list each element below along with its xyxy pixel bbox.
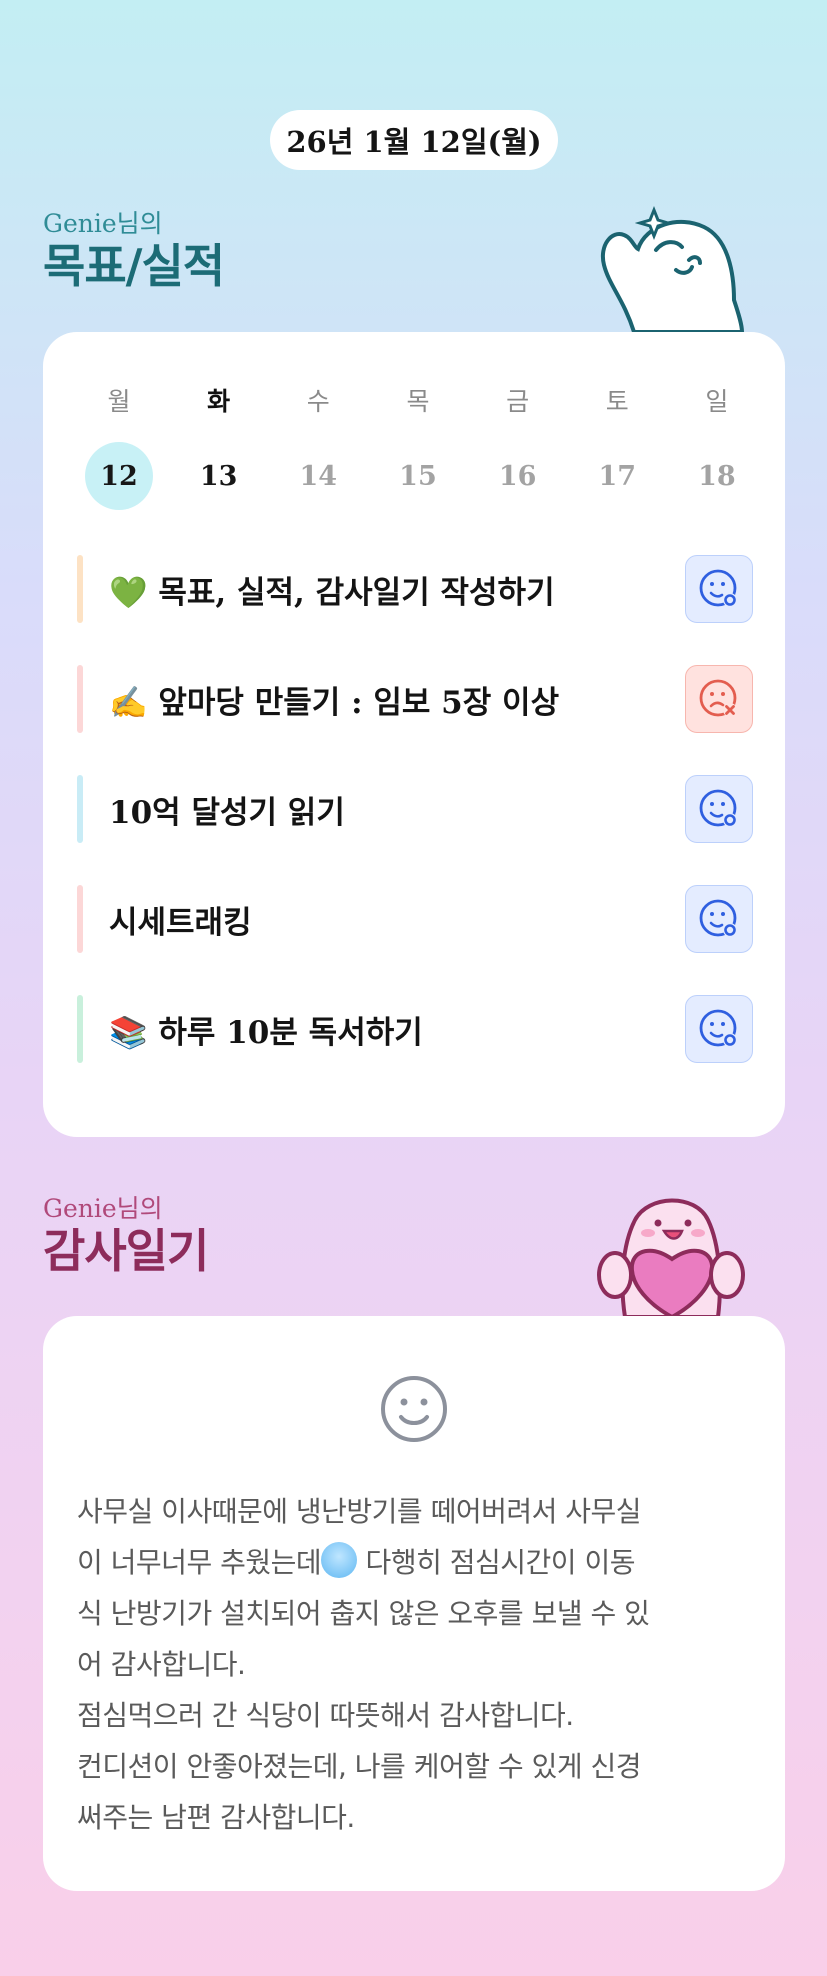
goals-title: 목표/실적 — [43, 239, 225, 293]
goals-section-header: Genie님의 목표/실적 — [43, 208, 225, 293]
diary-line: 어 감사합니다. — [77, 1648, 246, 1681]
weekday-tue: 화 — [207, 387, 231, 416]
diary-section-header: Genie님의 감사일기 — [43, 1193, 209, 1278]
weekday-wed: 수 — [306, 387, 330, 416]
goal-item[interactable]: 📚 하루 10분 독서하기 — [77, 994, 753, 1064]
done-status-button[interactable] — [685, 885, 753, 953]
goal-item[interactable]: 10억 달성기 읽기 — [77, 774, 753, 844]
goals-owner-label: Genie님의 — [43, 209, 163, 238]
weekday-row: 월 화 수 목 금 토 일 — [43, 382, 785, 418]
diary-title: 감사일기 — [43, 1224, 209, 1278]
day-18[interactable]: 18 — [683, 442, 751, 510]
date-pill[interactable]: 26년 1월 12일(월) — [270, 110, 558, 170]
weekday-thu: 목 — [406, 387, 430, 416]
ghost-mascot-icon — [600, 205, 744, 332]
done-icon — [699, 1009, 737, 1047]
goal-item[interactable]: 시세트래킹 — [77, 884, 753, 954]
day-16[interactable]: 16 — [484, 442, 552, 510]
day-14[interactable]: 14 — [284, 442, 352, 510]
done-icon — [699, 789, 737, 827]
goal-item[interactable]: ✍️ 앞마당 만들기 : 임보 5장 이상 — [77, 664, 753, 734]
diary-owner-label: Genie님의 — [43, 1194, 163, 1223]
diary-card: 사무실 이사때문에 냉난방기를 떼어버려서 사무실 이 너무너무 추웠는데 다행… — [43, 1316, 785, 1891]
diary-line: 식 난방기가 설치되어 춥지 않은 오후를 보낼 수 있 — [77, 1597, 650, 1630]
goal-item[interactable]: 💚 목표, 실적, 감사일기 작성하기 — [77, 554, 753, 624]
diary-line-part: 다행히 점심시간이 이동 — [357, 1546, 636, 1579]
goal-color-bar — [77, 885, 83, 953]
diary-line: 이 너무너무 추웠는데 다행히 점심시간이 이동 — [77, 1537, 767, 1588]
done-status-button[interactable] — [685, 775, 753, 843]
day-17[interactable]: 17 — [583, 442, 651, 510]
weekday-mon: 월 — [107, 387, 131, 416]
done-status-button[interactable] — [685, 995, 753, 1063]
weekday-sun: 일 — [705, 387, 729, 416]
not-done-icon — [699, 679, 737, 717]
freezing-face-emoji-icon — [321, 1542, 358, 1578]
goal-text: 💚 목표, 실적, 감사일기 작성하기 — [109, 574, 555, 611]
done-icon — [699, 569, 737, 607]
goal-text: 📚 하루 10분 독서하기 — [109, 1014, 423, 1051]
not-done-status-button[interactable] — [685, 665, 753, 733]
goal-text: 10억 달성기 읽기 — [109, 794, 345, 831]
date-label: 26년 1월 12일(월) — [286, 125, 542, 159]
goal-color-bar — [77, 995, 83, 1063]
goal-color-bar — [77, 555, 83, 623]
goals-card: 월 화 수 목 금 토 일 12 13 14 15 16 17 18 💚 목표,… — [43, 332, 785, 1137]
diary-entry-text: 사무실 이사때문에 냉난방기를 떼어버려서 사무실 이 너무너무 추웠는데 다행… — [77, 1486, 767, 1843]
done-status-button[interactable] — [685, 555, 753, 623]
diary-line-part: 이 너무너무 추웠는데 — [77, 1546, 322, 1579]
day-13[interactable]: 13 — [185, 442, 253, 510]
day-12[interactable]: 12 — [85, 442, 153, 510]
goal-text: 시세트래킹 — [109, 904, 252, 941]
day-number-row: 12 13 14 15 16 17 18 — [43, 442, 785, 510]
done-icon — [699, 899, 737, 937]
diary-line: 컨디션이 안좋아졌는데, 나를 케어할 수 있게 신경 — [77, 1750, 642, 1783]
goal-color-bar — [77, 665, 83, 733]
weekday-fri: 금 — [506, 387, 530, 416]
diary-line: 사무실 이사때문에 냉난방기를 떼어버려서 사무실 — [77, 1495, 642, 1528]
heart-mascot-icon — [597, 1198, 745, 1317]
diary-line: 점심먹으러 간 식당이 따뜻해서 감사합니다. — [77, 1699, 574, 1732]
goal-text: ✍️ 앞마당 만들기 : 임보 5장 이상 — [109, 684, 560, 721]
goal-color-bar — [77, 775, 83, 843]
weekday-sat: 토 — [605, 387, 629, 416]
diary-line: 써주는 남편 감사합니다. — [77, 1801, 355, 1834]
neutral-smile-icon — [381, 1376, 447, 1442]
day-15[interactable]: 15 — [384, 442, 452, 510]
